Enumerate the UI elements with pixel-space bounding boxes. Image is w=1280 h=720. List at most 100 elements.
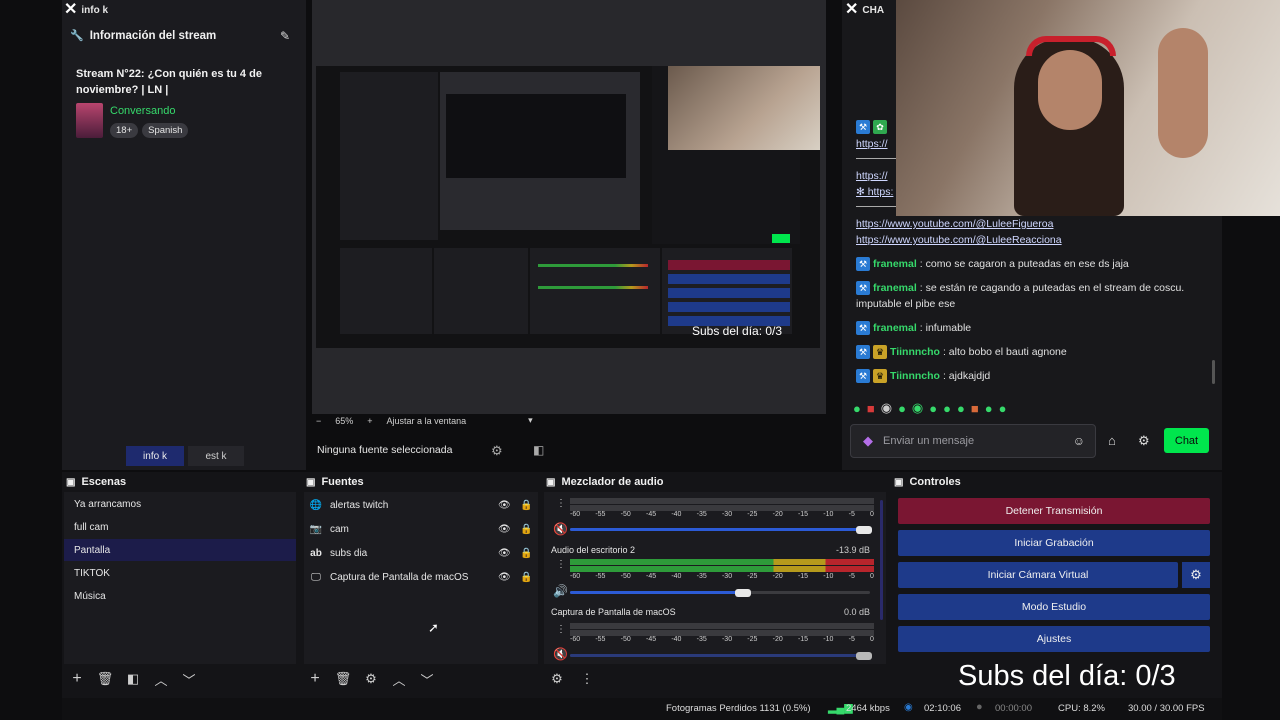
mixer-menu-icon[interactable]: ⋮ [556,559,566,570]
edit-icon[interactable]: ✎ [280,29,290,43]
headphones-band [1026,36,1116,56]
chat-message: ⚒ ♛ Tiinnncho: alto bobo el bauti agnone [856,345,1067,359]
zoom-out-button[interactable]: − [316,416,321,426]
chat-input[interactable]: ◆ Enviar un mensaje ☺ [850,424,1096,458]
mixer-scrollbar[interactable] [880,500,883,620]
mixer-menu-icon[interactable]: ⋮ [556,498,566,509]
chat-scrollbar[interactable] [1212,360,1215,384]
eye-icon[interactable]: 👁 [498,572,511,583]
program-preview[interactable]: Subs del día: 0/3 [316,66,820,348]
studio-mode-button[interactable]: Modo Estudio [898,594,1210,620]
scene-item-selected[interactable]: Pantalla [64,539,296,561]
controls-header: ▣ Controles [894,476,961,488]
chat-link[interactable]: https://www.youtube.com/@LuleeFigueroa [856,218,1053,230]
mixer-tick-label: -35 [696,511,707,518]
speaker-icon[interactable]: 🔊 [553,584,568,598]
gear-icon[interactable]: ⚙ [362,670,380,688]
trash-icon[interactable]: 🗑 [334,670,352,688]
filters-icon[interactable]: ◧ [124,670,142,688]
virtual-camera-settings-button[interactable]: ⚙ [1182,562,1210,588]
add-icon[interactable]: + [306,670,324,688]
mute-icon[interactable]: 🔇 [553,522,568,536]
scene-item[interactable]: full cam [64,516,296,538]
gears-icon[interactable]: ⚙ [548,670,566,688]
chat-partial-link[interactable]: https:// [856,170,888,182]
scene-item[interactable]: Ya arrancamos [64,493,296,515]
chat-partial-link[interactable]: https:// [856,138,888,150]
start-recording-button[interactable]: Iniciar Grabación [898,530,1210,556]
zoom-in-button[interactable]: + [367,416,372,426]
mute-icon[interactable]: 🔇 [553,647,568,661]
source-item[interactable]: 📷 cam 👁 🔒 [306,518,536,540]
mixer-tick-label: -45 [645,573,657,580]
settings-button[interactable]: Ajustes [898,626,1210,652]
close-icon[interactable]: ✕ [845,2,858,18]
emote-icon[interactable]: ● [999,401,1007,416]
emote-icon[interactable]: ◉ [881,400,892,416]
chevron-down-icon[interactable]: ﹀ [418,670,436,688]
trash-icon[interactable]: 🗑 [96,670,114,688]
gift-icon[interactable]: ⌂ [1108,433,1116,448]
scene-item[interactable]: Música [64,585,296,607]
stop-stream-button[interactable]: Detener Transmisión [898,498,1210,524]
gear-icon[interactable]: ⚙ [1138,433,1150,449]
chevron-down-icon[interactable]: ﹀ [180,670,198,688]
nested-meter [538,264,648,267]
volume-knob[interactable] [856,526,872,534]
filters-icon[interactable]: ◧ [533,443,544,457]
no-source-label: Ninguna fuente seleccionada [317,444,453,456]
mixer-tick-label: -50 [620,636,631,643]
emote-icon[interactable]: ■ [971,401,979,416]
add-icon[interactable]: + [68,670,86,688]
emote-icon[interactable]: ● [985,401,993,416]
chat-link[interactable]: https://www.youtube.com/@LuleeReacciona [856,234,1062,246]
nested-mixer [530,248,660,334]
source-item[interactable]: 🖵 Captura de Pantalla de macOS 👁 🔒 [306,566,536,588]
tab-est-k[interactable]: est k [188,446,244,466]
chevron-up-icon[interactable]: ︿ [152,670,170,688]
tag[interactable]: Spanish [142,123,189,138]
fit-window-select[interactable]: Ajustar a la ventana [387,416,467,426]
volume-knob[interactable] [856,652,872,660]
chevron-up-icon[interactable]: ︿ [390,670,408,688]
gear-icon[interactable]: ⚙ [491,443,503,459]
emote-icon[interactable]: ◉ [912,400,923,416]
emoji-icon[interactable]: ☺ [1073,434,1085,448]
webcam-overlay [896,0,1280,216]
chat-input-placeholder: Enviar un mensaje [883,435,975,447]
category-label[interactable]: Conversando [110,105,175,117]
tab-info-k[interactable]: info k [126,446,184,466]
nested-cam [668,66,820,150]
eye-icon[interactable]: 👁 [498,500,511,511]
mixer-tick-label: -15 [797,636,809,643]
emote-icon[interactable]: ● [943,401,951,416]
eye-icon[interactable]: 👁 [498,524,511,535]
badge-icon: ⚒ [856,369,870,383]
emote-icon[interactable]: ● [929,401,937,416]
scene-item[interactable]: TIKTOK [64,562,296,584]
emote-icon[interactable]: ● [898,401,906,416]
emote-icon[interactable]: ● [957,401,965,416]
chat-send-button[interactable]: Chat [1164,428,1209,453]
mixer-tick-label: -5 [848,573,855,580]
emote-icon[interactable]: ■ [867,401,875,416]
close-icon[interactable]: ✕ [64,2,77,18]
chat-partial-link[interactable]: ✻ https: [856,186,893,198]
lock-icon[interactable]: 🔒 [520,548,532,559]
emote-icon[interactable]: ● [853,401,861,416]
menu-icon[interactable]: ⋮ [578,670,596,688]
mixer-menu-icon[interactable]: ⋮ [556,624,566,635]
chevron-down-icon[interactable]: ▾ [528,415,533,426]
source-item[interactable]: 🌐 alertas twitch 👁 🔒 [306,494,536,516]
lock-icon[interactable]: 🔒 [520,524,532,535]
volume-knob[interactable] [735,589,751,597]
mixer-tick-label: -15 [797,573,809,580]
tag[interactable]: 18+ [110,123,139,138]
source-item[interactable]: ab subs dia 👁 🔒 [306,542,536,564]
bits-icon[interactable]: ◆ [863,433,873,449]
lock-icon[interactable]: 🔒 [520,500,532,511]
lock-icon[interactable]: 🔒 [520,572,532,583]
eye-icon[interactable]: 👁 [498,548,511,559]
start-virtual-camera-button[interactable]: Iniciar Cámara Virtual [898,562,1178,588]
tag-list: 18+ Spanish [110,123,189,138]
